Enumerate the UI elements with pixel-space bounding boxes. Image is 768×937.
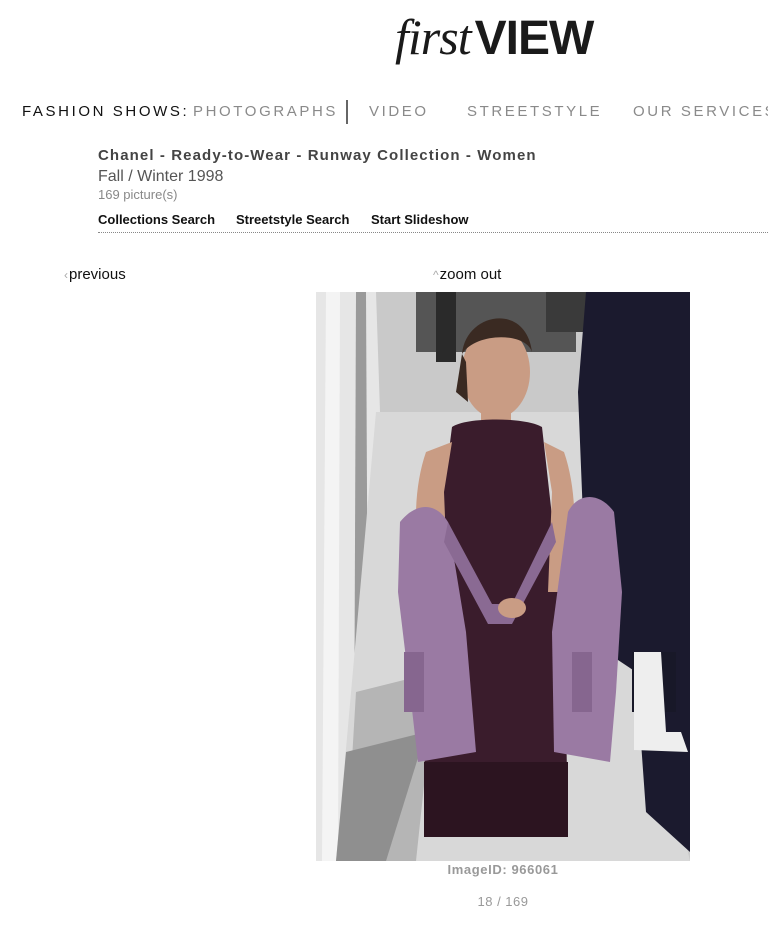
zoom-out-link[interactable]: ^zoom out [433, 266, 501, 283]
logo-view-text: VIEW [474, 12, 595, 65]
collection-header: Chanel - Ready-to-Wear - Runway Collecti… [98, 146, 768, 233]
collection-links: Collections Search Streetstyle Search St… [98, 212, 768, 232]
collection-season: Fall / Winter 1998 [98, 168, 224, 185]
previous-label: previous [69, 266, 126, 283]
page-counter: 18 / 169 [477, 894, 529, 909]
chevron-up-icon: ^ [433, 268, 439, 282]
nav-item-video[interactable]: VIDEO [369, 103, 429, 120]
collection-title: Chanel - Ready-to-Wear - Runway Collecti… [98, 147, 537, 164]
collections-search-link[interactable]: Collections Search [98, 212, 215, 227]
image-id-label: ImageID: 966061 [447, 862, 559, 877]
nav-item-photographs[interactable]: PHOTOGRAPHS [193, 103, 338, 120]
runway-photo-illustration [316, 292, 690, 861]
main-navigation: FASHION SHOWS: PHOTOGRAPHS VIDEO STREETS… [0, 100, 768, 124]
nav-divider [346, 100, 348, 124]
streetstyle-search-link[interactable]: Streetstyle Search [236, 212, 349, 227]
dotted-divider [98, 232, 768, 233]
picture-count: 169 picture(s) [98, 187, 178, 202]
logo-first-text: first [395, 9, 472, 65]
firstview-logo[interactable]: firstVIEW [395, 8, 595, 70]
page: firstVIEW FASHION SHOWS: PHOTOGRAPHS VID… [0, 0, 768, 937]
runway-photo[interactable] [316, 292, 690, 861]
nav-item-streetstyle[interactable]: STREETSTYLE [467, 103, 602, 120]
previous-link[interactable]: ‹previous [64, 266, 126, 283]
zoom-out-label: zoom out [439, 266, 502, 283]
nav-item-our-services[interactable]: OUR SERVICES [633, 103, 768, 120]
chevron-left-icon: ‹ [64, 268, 68, 282]
start-slideshow-link[interactable]: Start Slideshow [371, 212, 469, 227]
nav-label-fashion-shows: FASHION SHOWS: [22, 103, 190, 120]
